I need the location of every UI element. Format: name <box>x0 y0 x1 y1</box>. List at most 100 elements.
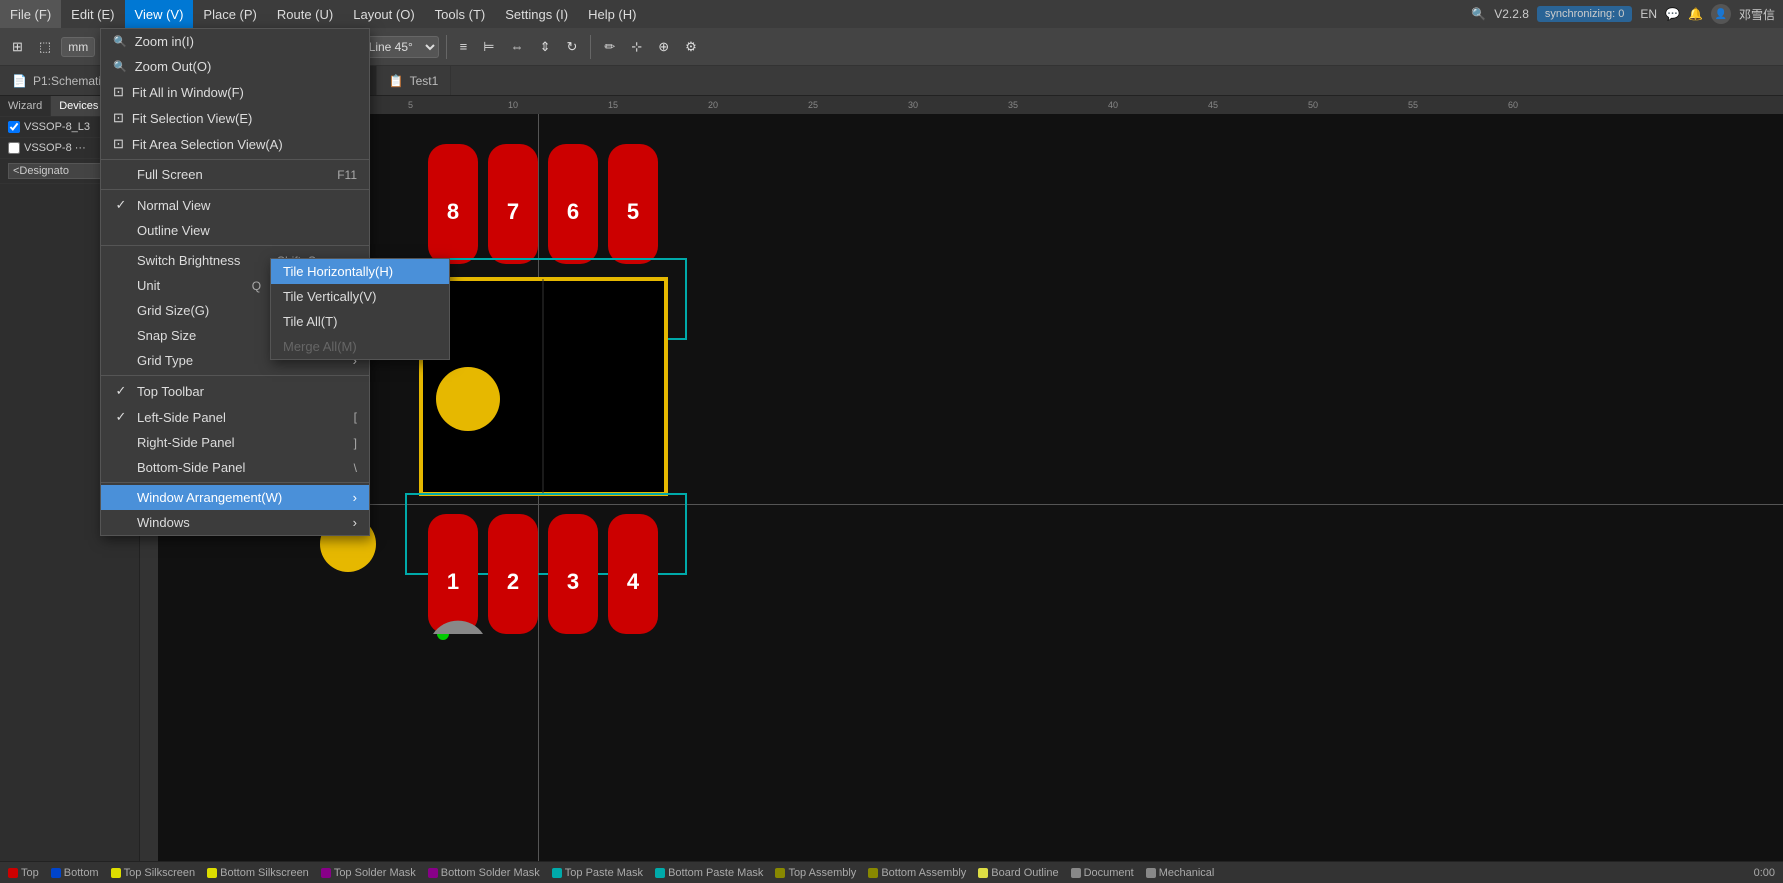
flip-h-btn[interactable]: ⇔ <box>505 36 530 57</box>
layer-bottom-paste-dot <box>655 868 665 878</box>
svg-text:5: 5 <box>408 100 413 110</box>
bell-icon[interactable]: 🔔 <box>1688 7 1703 21</box>
layer-bottom-label: Bottom <box>64 867 99 879</box>
pcb-view: 8 7 6 5 <box>158 114 1758 834</box>
align-btn[interactable]: ≡ <box>454 36 474 57</box>
svg-text:25: 25 <box>808 100 818 110</box>
layer-document[interactable]: Document <box>1071 867 1134 879</box>
layer-mechanical-dot <box>1146 868 1156 878</box>
layer-bottom-silk[interactable]: Bottom Silkscreen <box>207 867 309 879</box>
layer-top-solder-label: Top Solder Mask <box>334 867 416 879</box>
language[interactable]: EN <box>1640 7 1657 21</box>
menu-bar: File (F) Edit (E) View (V) Place (P) Rou… <box>0 0 1783 28</box>
dd-fullscreen-label: Full Screen <box>137 167 203 182</box>
menu-settings[interactable]: Settings (I) <box>495 0 578 28</box>
measure-btn[interactable]: ⊹ <box>625 36 648 58</box>
layer-top-solder[interactable]: Top Solder Mask <box>321 867 416 879</box>
unit-shortcut: Q <box>252 279 261 293</box>
dd-windows[interactable]: Windows › <box>101 510 369 535</box>
layer-top-assembly-dot <box>775 868 785 878</box>
dd-fit-area[interactable]: ⊡ Fit Area Selection View(A) <box>101 131 369 157</box>
menu-layout[interactable]: Layout (O) <box>343 0 424 28</box>
dd-top-toolbar[interactable]: ✓ Top Toolbar <box>101 378 369 404</box>
menu-view[interactable]: View (V) <box>125 0 194 28</box>
dd-zoom-in[interactable]: 🔍 Zoom in(I) <box>101 29 369 54</box>
layer-bottom-solder[interactable]: Bottom Solder Mask <box>428 867 540 879</box>
menu-file[interactable]: File (F) <box>0 0 61 28</box>
device-checkbox-vssop-l3[interactable] <box>8 121 20 133</box>
panel-tab-wizard[interactable]: Wizard <box>0 96 51 116</box>
dd-right-panel-label: Right-Side Panel <box>137 435 235 450</box>
submenu-tile-v[interactable]: Tile Vertically(V) <box>271 284 449 309</box>
window-arrangement-submenu: Tile Horizontally(H) Tile Vertically(V) … <box>270 258 450 360</box>
left-panel-shortcut: [ <box>354 410 357 424</box>
top-toolbar-check: ✓ <box>113 383 129 399</box>
dd-fit-all[interactable]: ⊡ Fit All in Window(F) <box>101 79 369 105</box>
pencil-btn[interactable]: ✏ <box>598 36 621 58</box>
search-icon[interactable]: 🔍 <box>1471 7 1486 21</box>
device-checkbox-vssop-8[interactable] <box>8 142 20 154</box>
menu-help[interactable]: Help (H) <box>578 0 646 28</box>
dd-bottom-panel[interactable]: Bottom-Side Panel \ <box>101 455 369 480</box>
menu-place[interactable]: Place (P) <box>193 0 266 28</box>
canvas-area[interactable]: -5 0 5 10 15 20 25 30 35 40 45 50 55 60 <box>140 96 1783 861</box>
dd-window-arrangement[interactable]: Window Arrangement(W) › <box>101 485 369 510</box>
toolbar-select-btn[interactable]: ⬚ <box>33 36 57 58</box>
toolbar-grid-btn[interactable]: ⊞ <box>6 36 29 58</box>
fit-all-icon: ⊡ <box>113 84 124 100</box>
layer-top-assembly[interactable]: Top Assembly <box>775 867 856 879</box>
rotate-btn[interactable]: ↻ <box>560 36 583 58</box>
dd-zoom-out[interactable]: 🔍 Zoom Out(O) <box>101 54 369 79</box>
settings-btn[interactable]: ⚙ <box>679 36 703 58</box>
layer-mechanical[interactable]: Mechanical <box>1146 867 1215 879</box>
layer-board-outline[interactable]: Board Outline <box>978 867 1058 879</box>
submenu-merge-all[interactable]: Merge All(M) <box>271 334 449 359</box>
dd-normal-view[interactable]: ✓ Normal View <box>101 192 369 218</box>
dd-fit-selection[interactable]: ⊡ Fit Selection View(E) <box>101 105 369 131</box>
svg-text:45: 45 <box>1208 100 1218 110</box>
svg-text:30: 30 <box>908 100 918 110</box>
sep5 <box>590 35 591 59</box>
menu-route[interactable]: Route (U) <box>267 0 343 28</box>
menu-edit[interactable]: Edit (E) <box>61 0 124 28</box>
distribute-btn[interactable]: ⊨ <box>477 36 500 58</box>
submenu-tile-h[interactable]: Tile Horizontally(H) <box>271 259 449 284</box>
chat-icon[interactable]: 💬 <box>1665 7 1680 21</box>
svg-text:35: 35 <box>1008 100 1018 110</box>
dd-outline-view[interactable]: Outline View <box>101 218 369 243</box>
layer-bottom-paste[interactable]: Bottom Paste Mask <box>655 867 763 879</box>
windows-arrow: › <box>353 515 357 530</box>
layer-top-paste[interactable]: Top Paste Mask <box>552 867 643 879</box>
layer-bottom-assembly-dot <box>868 868 878 878</box>
normal-check: ✓ <box>113 197 129 213</box>
layer-bottom[interactable]: Bottom <box>51 867 99 879</box>
panel-tab-devices[interactable]: Devices <box>51 96 107 116</box>
layer-top-assembly-label: Top Assembly <box>788 867 856 879</box>
snap-btn[interactable]: ⊕ <box>652 36 675 58</box>
unit-display: mm <box>61 37 95 57</box>
user-avatar[interactable]: 👤 <box>1711 4 1731 24</box>
layer-board-outline-label: Board Outline <box>991 867 1058 879</box>
menu-tools[interactable]: Tools (T) <box>425 0 496 28</box>
layer-top[interactable]: Top <box>8 867 39 879</box>
dd-fullscreen[interactable]: Full Screen F11 <box>101 162 369 187</box>
layer-top-paste-dot <box>552 868 562 878</box>
dd-right-panel[interactable]: Right-Side Panel ] <box>101 430 369 455</box>
pcb-canvas[interactable]: 8 7 6 5 <box>158 114 1783 861</box>
flip-v-btn[interactable]: ⇕ <box>534 36 557 58</box>
dd-switch-brightness-label: Switch Brightness <box>137 253 240 268</box>
submenu-tile-all[interactable]: Tile All(T) <box>271 309 449 334</box>
window-arr-arrow: › <box>353 490 357 505</box>
dd-left-panel[interactable]: ✓ Left-Side Panel [ <box>101 404 369 430</box>
dd-sep4 <box>101 375 369 376</box>
tab-test[interactable]: 📋 Test1 <box>377 66 452 95</box>
layer-bottom-assembly[interactable]: Bottom Assembly <box>868 867 966 879</box>
bottom-panel-shortcut: \ <box>354 461 357 475</box>
ruler-horizontal: -5 0 5 10 15 20 25 30 35 40 45 50 55 60 <box>158 96 1783 114</box>
svg-text:50: 50 <box>1308 100 1318 110</box>
dd-fit-area-label: Fit Area Selection View(A) <box>132 137 283 152</box>
tab-test-label: Test1 <box>410 74 439 88</box>
layer-top-dot <box>8 868 18 878</box>
layer-top-silk[interactable]: Top Silkscreen <box>111 867 196 879</box>
dd-grid-type-label: Grid Type <box>137 353 193 368</box>
